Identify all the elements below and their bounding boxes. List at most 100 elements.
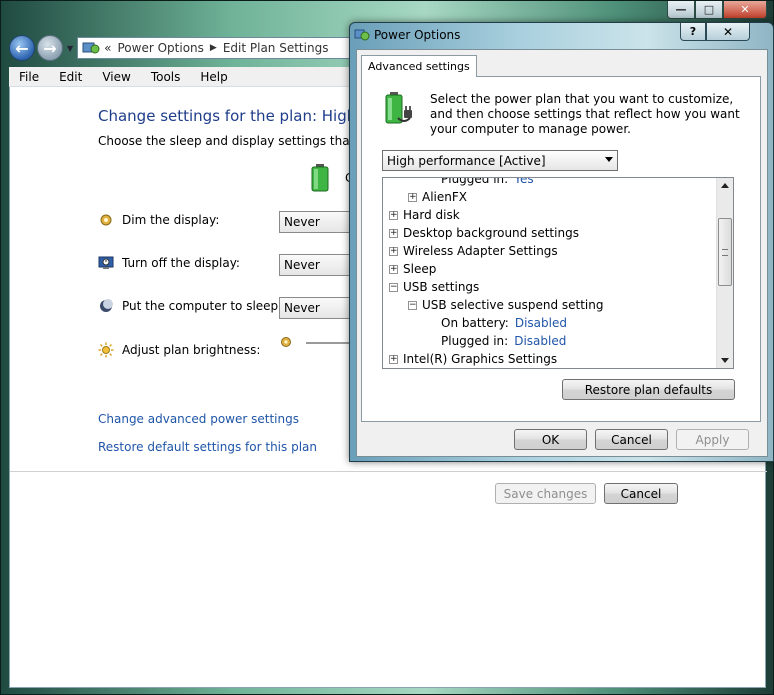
tree-row[interactable]: + Intel(R) Graphics Settings: [383, 350, 716, 368]
setting-label: Adjust plan brightness:: [122, 343, 261, 357]
tree-row-value-link[interactable]: Disabled: [514, 334, 566, 348]
battery-icon: [311, 164, 329, 192]
menu-view[interactable]: View: [92, 70, 140, 84]
tree-row-label: Hard disk: [403, 206, 460, 224]
tree-row-label: AlienFX: [422, 188, 467, 206]
breadcrumb-prefix: «: [104, 41, 112, 55]
back-button[interactable]: ←: [9, 35, 35, 61]
expand-icon[interactable]: +: [389, 211, 398, 220]
collapse-icon[interactable]: −: [389, 283, 398, 292]
tree-scrollbar[interactable]: [716, 178, 733, 368]
minimize-button[interactable]: —: [667, 1, 695, 19]
dialog-help-button[interactable]: ?: [680, 23, 706, 41]
ok-button[interactable]: OK: [514, 429, 587, 450]
brightness-slider[interactable]: [280, 334, 360, 350]
forward-button[interactable]: →: [37, 35, 63, 61]
power-options-icon: [354, 29, 370, 41]
advanced-settings-panel: Select the power plan that you want to c…: [361, 76, 761, 422]
dialog-cancel-button[interactable]: Cancel: [595, 429, 668, 450]
tree-row-label: Plugged in: Yes: [441, 177, 534, 188]
power-plan-selected-value: High performance [Active]: [387, 154, 546, 168]
tree-row[interactable]: On battery: Disabled: [383, 314, 716, 332]
maximize-button[interactable]: □: [695, 1, 723, 19]
tree-row[interactable]: + AlienFX: [383, 188, 716, 206]
tree-row-value-link[interactable]: Yes: [514, 178, 533, 186]
scroll-down-icon[interactable]: [721, 358, 729, 363]
turn-off-display-select[interactable]: Never: [279, 254, 359, 276]
address-bar[interactable]: « Power Options ▶ Edit Plan Settings: [77, 37, 358, 59]
setting-dim-display: Dim the display:: [98, 209, 219, 231]
tree-row[interactable]: + Desktop background settings: [383, 224, 716, 242]
dim-display-select[interactable]: Never: [279, 211, 359, 233]
control-panel-icon: [82, 42, 100, 54]
tree-row[interactable]: Plugged in: Disabled: [383, 332, 716, 350]
restore-default-settings-link[interactable]: Restore default settings for this plan: [98, 440, 317, 454]
tree-row-text: Sleep: [403, 262, 437, 276]
sleep-select[interactable]: Never: [279, 297, 359, 319]
tree-row-text: Plugged in:: [441, 177, 509, 186]
page-title: Change settings for the plan: High pe: [98, 107, 380, 125]
tree-row-text: On battery:: [441, 316, 509, 330]
dropdown-arrow-icon: [605, 157, 613, 162]
expand-icon[interactable]: +: [389, 247, 398, 256]
tree-row-text: USB settings: [403, 280, 480, 294]
brightness-sun-icon: [98, 342, 114, 358]
tree-row-text: AlienFX: [422, 190, 467, 204]
content-divider: [10, 471, 767, 472]
power-options-dialog: Power Options ? ✕ Advanced settings Sele…: [349, 22, 774, 462]
battery-plug-icon: [385, 92, 412, 124]
breadcrumb-power-options[interactable]: Power Options: [118, 41, 204, 55]
setting-brightness: Adjust plan brightness:: [98, 339, 260, 361]
menu-tools[interactable]: Tools: [141, 70, 191, 84]
scrollbar-thumb[interactable]: [718, 218, 732, 286]
close-button[interactable]: ✕: [723, 1, 767, 19]
tree-row[interactable]: + Wireless Adapter Settings: [383, 242, 716, 260]
tree-row[interactable]: + Sleep: [383, 260, 716, 278]
expand-icon[interactable]: +: [408, 193, 417, 202]
tree-row-text: Intel(R) Graphics Settings: [403, 352, 558, 366]
tree-row-label: USB settings: [403, 278, 479, 296]
tab-advanced-settings[interactable]: Advanced settings: [361, 55, 477, 77]
tree-row-label: Plugged in: Disabled: [441, 332, 566, 350]
collapse-icon[interactable]: −: [408, 301, 417, 310]
power-plan-select[interactable]: High performance [Active]: [382, 150, 618, 171]
breadcrumb-separator-icon[interactable]: ▶: [210, 43, 217, 53]
menu-help[interactable]: Help: [190, 70, 237, 84]
tree-row[interactable]: − USB selective suspend setting: [383, 296, 716, 314]
apply-button[interactable]: Apply: [676, 429, 749, 450]
tree-rows: Plugged in: Yes + AlienFX + Hard disk + Desktop…: [383, 177, 716, 368]
setting-label: Put the computer to sleep:: [122, 299, 283, 313]
setting-turn-off-display: Turn off the display:: [98, 252, 240, 274]
tree-row[interactable]: Plugged in: Yes: [383, 177, 716, 188]
tree-row-label: Wireless Adapter Settings: [403, 242, 558, 260]
tree-row-text: Desktop background settings: [403, 226, 579, 240]
dialog-close-button[interactable]: ✕: [706, 23, 750, 41]
recent-pages-dropdown-icon[interactable]: ▼: [67, 44, 73, 53]
change-advanced-power-settings-link[interactable]: Change advanced power settings: [98, 412, 299, 426]
caption-buttons: — □ ✕: [667, 1, 767, 19]
dialog-body: Advanced settings Select the power plan …: [356, 49, 768, 457]
cancel-button[interactable]: Cancel: [604, 483, 678, 504]
tree-row-text: Wireless Adapter Settings: [403, 244, 558, 258]
expand-icon[interactable]: +: [389, 355, 398, 364]
restore-plan-defaults-button[interactable]: Restore plan defaults: [562, 379, 735, 400]
menu-edit[interactable]: Edit: [49, 70, 92, 84]
display-off-icon: [98, 255, 114, 271]
tree-row-text: Hard disk: [403, 208, 460, 222]
tree-row-value-link[interactable]: Disabled: [515, 316, 567, 330]
breadcrumb-edit-plan-settings[interactable]: Edit Plan Settings: [223, 41, 329, 55]
tree-row[interactable]: − USB settings: [383, 278, 716, 296]
tree-row-label: Desktop background settings: [403, 224, 579, 242]
intro-text: Select the power plan that you want to c…: [430, 92, 740, 136]
advanced-settings-tree[interactable]: Plugged in: Yes + AlienFX + Hard disk + Desktop…: [382, 177, 734, 369]
dialog-title: Power Options: [374, 28, 461, 42]
setting-sleep: Put the computer to sleep:: [98, 295, 282, 317]
dim-display-icon: [98, 212, 114, 228]
sleep-moon-icon: [98, 298, 114, 314]
menu-file[interactable]: File: [9, 70, 49, 84]
expand-icon[interactable]: +: [389, 229, 398, 238]
scroll-up-icon[interactable]: [721, 183, 729, 188]
tree-row[interactable]: + Hard disk: [383, 206, 716, 224]
expand-icon[interactable]: +: [389, 265, 398, 274]
save-changes-button[interactable]: Save changes: [495, 483, 596, 504]
